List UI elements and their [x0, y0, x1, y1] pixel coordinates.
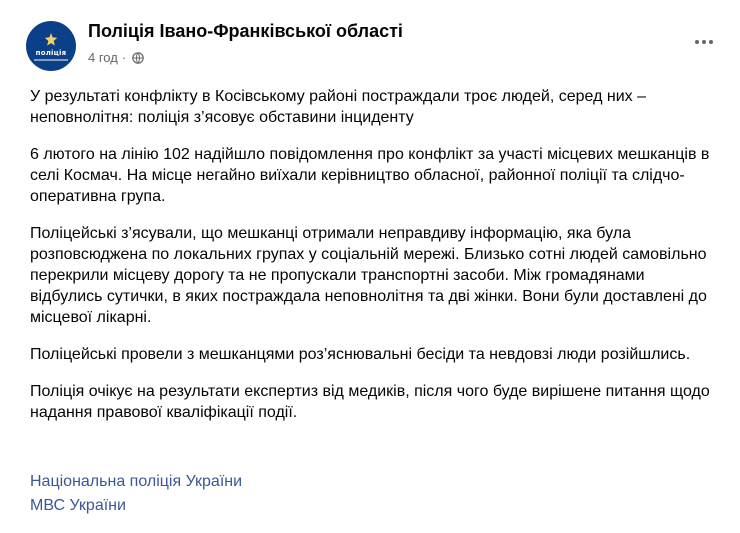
post-paragraph: Поліцейські з’ясували, що мешканці отрим…	[30, 225, 707, 326]
meta-separator: ·	[121, 50, 127, 65]
more-options-button[interactable]	[690, 28, 718, 56]
post-paragraph: У результаті конфлікту в Косівському рай…	[30, 88, 646, 126]
post-header: поліція Поліція Івано-Франківської облас…	[26, 18, 720, 78]
globe-icon	[132, 51, 144, 64]
facebook-post: поліція Поліція Івано-Франківської облас…	[0, 0, 740, 533]
post-paragraph: 6 лютого на лінію 102 надійшло повідомле…	[30, 146, 710, 205]
page-name-link[interactable]: Поліція Івано-Франківської області	[88, 21, 403, 42]
post-time[interactable]: 4 год	[88, 50, 118, 65]
post-meta: 4 год ·	[88, 50, 144, 65]
avatar-label: поліція	[35, 49, 67, 57]
national-police-link[interactable]: Національна поліція України	[30, 470, 242, 494]
avatar-divider	[34, 59, 68, 61]
mvs-ukraine-link[interactable]: МВС України	[30, 494, 242, 518]
more-options-icon	[695, 40, 699, 44]
post-body: У результаті конфлікту в Косівському рай…	[30, 86, 720, 439]
police-badge-icon	[44, 33, 58, 46]
more-options-icon	[702, 40, 706, 44]
post-paragraph: Поліція очікує на результати експертиз в…	[30, 383, 710, 421]
post-links: Національна поліція України МВС України	[30, 470, 242, 518]
more-options-icon	[709, 40, 713, 44]
avatar[interactable]: поліція	[26, 21, 76, 71]
post-paragraph: Поліцейські провели з мешканцями роз’ясн…	[30, 346, 691, 363]
